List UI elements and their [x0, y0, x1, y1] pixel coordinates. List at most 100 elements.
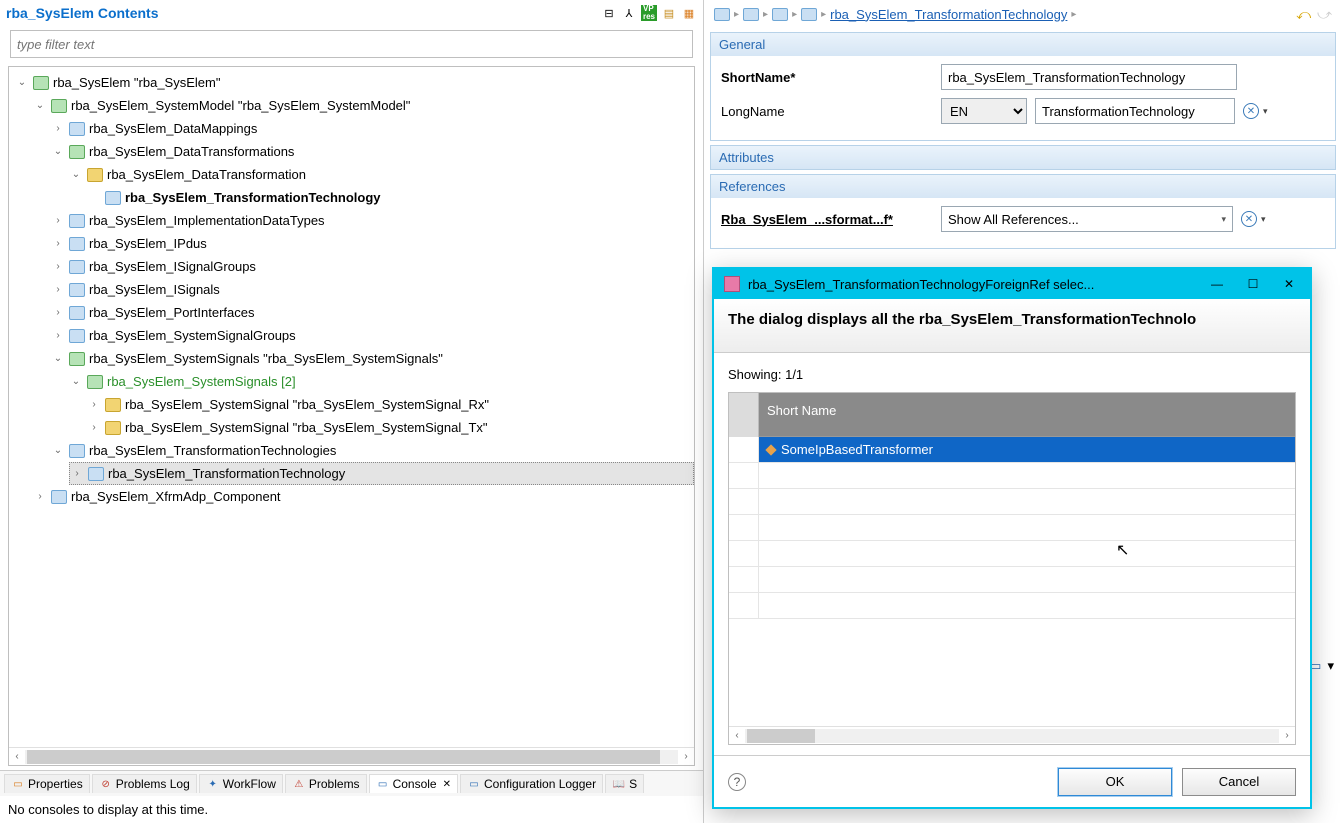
- cancel-button[interactable]: Cancel: [1182, 768, 1296, 796]
- chevron-down-icon[interactable]: ▾: [1263, 106, 1268, 117]
- longname-input[interactable]: [1035, 98, 1235, 124]
- breadcrumb-link[interactable]: rba_SysElem_TransformationTechnology: [830, 7, 1067, 22]
- section-header[interactable]: References: [711, 175, 1335, 198]
- tree-port-interfaces[interactable]: ›rba_SysElem_PortInterfaces: [51, 301, 694, 324]
- expand-icon[interactable]: ›: [33, 491, 47, 502]
- tree-signal-tx[interactable]: ›rba_SysElem_SystemSignal "rba_SysElem_S…: [87, 416, 694, 439]
- folder-icon[interactable]: [743, 8, 759, 21]
- folder-icon: [69, 237, 85, 251]
- tree-icon[interactable]: ⅄: [621, 5, 637, 21]
- expand-icon[interactable]: ›: [51, 284, 65, 295]
- scroll-left-icon[interactable]: ‹: [9, 751, 25, 762]
- showing-label: Showing: 1/1: [728, 363, 1296, 386]
- dropdown-icon[interactable]: ▾: [1327, 658, 1334, 674]
- row-num-header: [729, 393, 759, 437]
- tab-workflow[interactable]: ✦WorkFlow: [199, 774, 283, 793]
- tree-xfrm-adp[interactable]: ›rba_SysElem_XfrmAdp_Component: [33, 485, 694, 508]
- tree-system-signals-2[interactable]: ⌄rba_SysElem_SystemSignals [2]: [69, 370, 694, 393]
- expand-icon[interactable]: ›: [51, 261, 65, 272]
- tree-system-signal-groups[interactable]: ›rba_SysElem_SystemSignalGroups: [51, 324, 694, 347]
- tree-hscroll[interactable]: ‹ ›: [9, 747, 694, 765]
- expand-icon[interactable]: ⌄: [69, 376, 83, 387]
- table-row-empty: [729, 463, 1295, 489]
- tree-system-signals[interactable]: ⌄rba_SysElem_SystemSignals "rba_SysElem_…: [51, 347, 694, 370]
- scroll-right-icon[interactable]: ›: [1279, 730, 1295, 741]
- nav-back-icon[interactable]: ⤺: [1296, 6, 1311, 23]
- tree-data-mappings[interactable]: ›rba_SysElem_DataMappings: [51, 117, 694, 140]
- tab-problems-log[interactable]: ⊘Problems Log: [92, 774, 197, 793]
- vp-res-icon[interactable]: VPres: [641, 5, 657, 21]
- tree-data-transformation[interactable]: ⌄rba_SysElem_DataTransformation: [69, 163, 694, 186]
- grid-hscroll[interactable]: ‹ ›: [729, 726, 1295, 744]
- section-header[interactable]: General: [711, 33, 1335, 56]
- filter-input[interactable]: [10, 30, 693, 58]
- collapse-icon[interactable]: ⊟: [601, 5, 617, 21]
- tree-root[interactable]: ⌄ rba_SysElem "rba_SysElem": [15, 71, 694, 94]
- folder-icon[interactable]: [801, 8, 817, 21]
- reference-selection-dialog: rba_SysElem_TransformationTechnologyFore…: [712, 267, 1312, 809]
- nav-forward-icon[interactable]: ⤻: [1317, 6, 1332, 23]
- scroll-left-icon[interactable]: ‹: [729, 730, 745, 741]
- tab-problems[interactable]: ⚠Problems: [285, 774, 367, 793]
- tab-properties[interactable]: ▭Properties: [4, 774, 90, 793]
- tree-isignals[interactable]: ›rba_SysElem_ISignals: [51, 278, 694, 301]
- tree-transformation-tech[interactable]: rba_SysElem_TransformationTechnology: [87, 186, 694, 209]
- book-icon: 📖: [612, 777, 626, 791]
- section-header[interactable]: Attributes: [711, 146, 1335, 169]
- expand-icon[interactable]: ›: [51, 238, 65, 249]
- table-row[interactable]: 1 SomeIpBasedTransformer: [729, 437, 1295, 463]
- tree-isignal-groups[interactable]: ›rba_SysElem_ISignalGroups: [51, 255, 694, 278]
- longname-lang-select[interactable]: EN: [941, 98, 1027, 124]
- expand-icon[interactable]: ⌄: [51, 353, 65, 364]
- tree-transformation-tech-sel[interactable]: ›rba_SysElem_TransformationTechnology: [69, 462, 694, 485]
- expand-icon[interactable]: ›: [51, 330, 65, 341]
- expand-icon[interactable]: ›: [87, 399, 101, 410]
- tree-system-model[interactable]: ⌄ rba_SysElem_SystemModel "rba_SysElem_S…: [33, 94, 694, 117]
- folder-icon: [51, 99, 67, 113]
- tree[interactable]: ⌄ rba_SysElem "rba_SysElem" ⌄ rba_SysEle…: [9, 67, 694, 747]
- expand-icon[interactable]: ›: [51, 307, 65, 318]
- references-combo[interactable]: Show All References... ▾: [941, 206, 1233, 232]
- tree-signal-rx[interactable]: ›rba_SysElem_SystemSignal "rba_SysElem_S…: [87, 393, 694, 416]
- scroll-right-icon[interactable]: ›: [678, 751, 694, 762]
- scroll-thumb[interactable]: [747, 729, 815, 743]
- tree-label: rba_SysElem_SystemModel "rba_SysElem_Sys…: [71, 98, 410, 113]
- shortname-input[interactable]: [941, 64, 1237, 90]
- tab-config-logger[interactable]: ▭Configuration Logger: [460, 774, 603, 793]
- close-button[interactable]: ✕: [1272, 272, 1306, 296]
- help-icon[interactable]: ?: [728, 773, 746, 791]
- tree-ipdus[interactable]: ›rba_SysElem_IPdus: [51, 232, 694, 255]
- folder-icon[interactable]: [772, 8, 788, 21]
- expand-icon[interactable]: ›: [87, 422, 101, 433]
- expand-icon[interactable]: ⌄: [51, 146, 65, 157]
- folder-icon: [69, 283, 85, 297]
- tree-transformation-techs[interactable]: ⌄rba_SysElem_TransformationTechnologies: [51, 439, 694, 462]
- expand-icon[interactable]: ›: [70, 468, 84, 479]
- expand-icon[interactable]: ›: [51, 123, 65, 134]
- minimize-button[interactable]: —: [1200, 272, 1234, 296]
- folder-icon[interactable]: [714, 8, 730, 21]
- tree-data-transformations[interactable]: ⌄rba_SysElem_DataTransformations: [51, 140, 694, 163]
- tab-console[interactable]: ▭Console✕: [369, 774, 458, 793]
- expand-icon[interactable]: ›: [51, 215, 65, 226]
- expand-icon[interactable]: ⌄: [33, 100, 47, 111]
- close-icon[interactable]: ✕: [443, 779, 451, 790]
- chevron-down-icon[interactable]: ▾: [1261, 214, 1266, 225]
- table-row-empty: [729, 593, 1295, 619]
- expand-icon[interactable]: ⌄: [51, 445, 65, 456]
- clear-icon[interactable]: ✕: [1243, 103, 1259, 119]
- maximize-button[interactable]: ☐: [1236, 272, 1270, 296]
- clear-icon[interactable]: ✕: [1241, 211, 1257, 227]
- tab-truncated[interactable]: 📖S: [605, 774, 644, 793]
- scroll-thumb[interactable]: [27, 750, 660, 764]
- folder-icon: [105, 421, 121, 435]
- expand-icon[interactable]: ⌄: [69, 169, 83, 180]
- expand-icon[interactable]: ⌄: [15, 77, 29, 88]
- grid-icon[interactable]: ▦: [681, 5, 697, 21]
- reference-label[interactable]: Rba_SysElem_...sformat...f*: [721, 212, 941, 227]
- ok-button[interactable]: OK: [1058, 768, 1172, 796]
- column-header-shortname[interactable]: Short Name: [759, 393, 1295, 437]
- dialog-titlebar[interactable]: rba_SysElem_TransformationTechnologyFore…: [714, 269, 1310, 299]
- tree-impl-data-types[interactable]: ›rba_SysElem_ImplementationDataTypes: [51, 209, 694, 232]
- doc-icon[interactable]: ▤: [661, 5, 677, 21]
